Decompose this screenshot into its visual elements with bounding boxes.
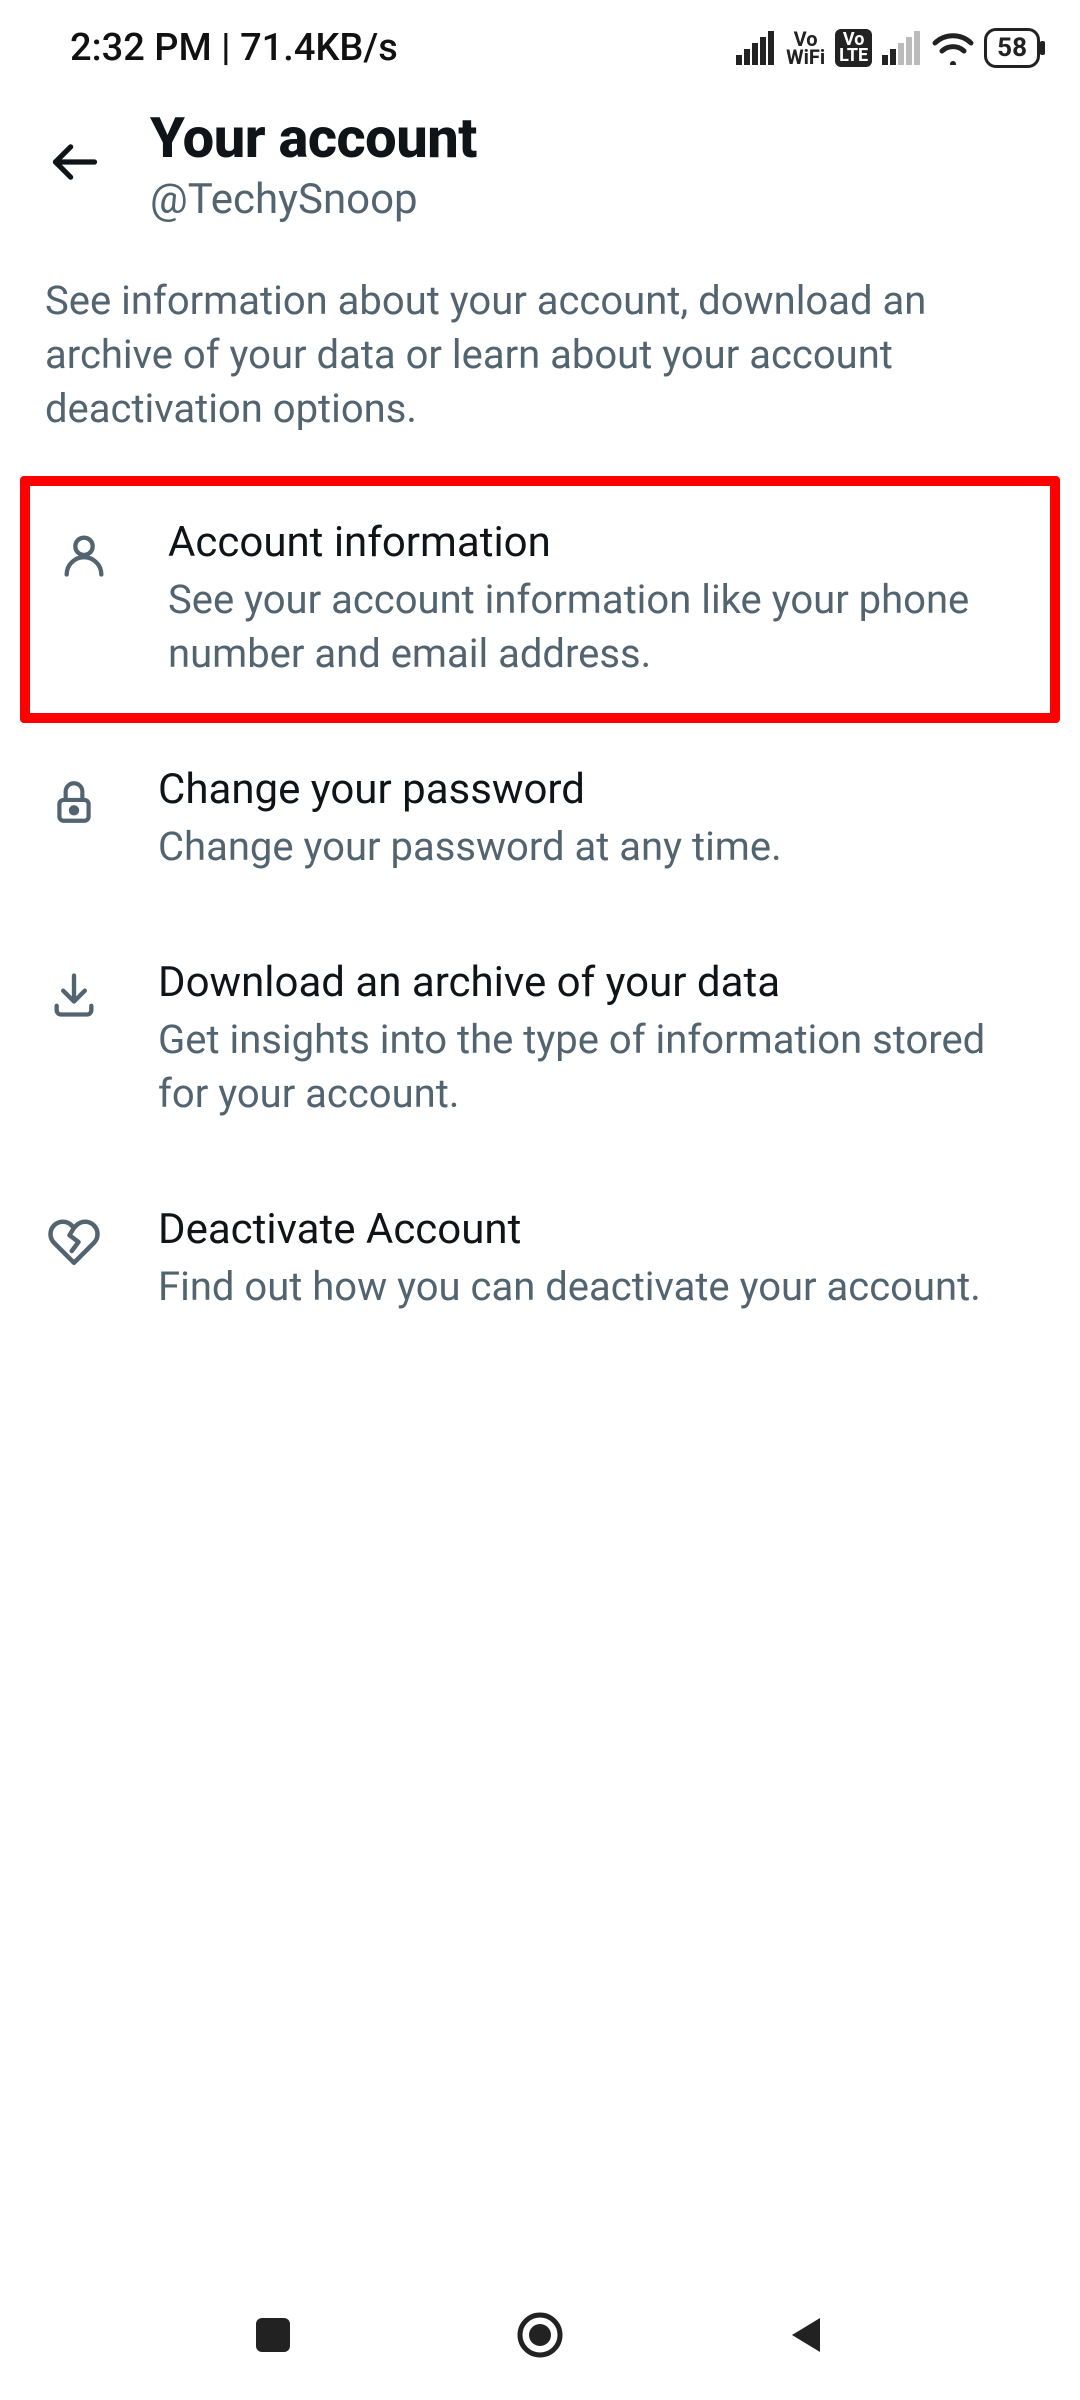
system-nav-bar [0, 2285, 1080, 2385]
page-title: Your account [150, 105, 477, 171]
status-bar: 2:32 PM | 71.4KB/s Vo WiFi Vo LTE [0, 0, 1080, 95]
circle-icon [515, 2310, 565, 2360]
item-download-archive[interactable]: Download an archive of your data Get ins… [0, 916, 1080, 1163]
page-subtitle: @TechySnoop [150, 175, 477, 224]
item-title: Account information [168, 518, 1025, 567]
item-desc: Get insights into the type of informatio… [158, 1013, 1035, 1121]
lock-icon [45, 773, 103, 831]
item-desc: Change your password at any time. [158, 820, 782, 874]
item-title: Download an archive of your data [158, 958, 1035, 1007]
back-button[interactable] [40, 127, 110, 197]
wifi-icon [932, 31, 974, 65]
square-icon [252, 2314, 294, 2356]
item-desc: See your account information like your p… [168, 573, 1025, 681]
settings-list: Account information See your account inf… [0, 476, 1080, 1356]
arrow-left-icon [49, 136, 101, 188]
page-description: See information about your account, down… [0, 244, 1080, 476]
volte-icon: Vo LTE [835, 29, 872, 67]
recents-button[interactable] [243, 2305, 303, 2365]
item-desc: Find out how you can deactivate your acc… [158, 1260, 981, 1314]
back-nav-button[interactable] [777, 2305, 837, 2365]
person-icon [55, 526, 113, 584]
status-indicators: Vo WiFi Vo LTE 58 [736, 28, 1040, 68]
item-title: Change your password [158, 765, 782, 814]
vowifi-icon: Vo WiFi [786, 30, 825, 66]
item-deactivate-account[interactable]: Deactivate Account Find out how you can … [0, 1163, 1080, 1356]
header: Your account @TechySnoop [0, 95, 1080, 244]
triangle-left-icon [786, 2314, 828, 2356]
item-account-information[interactable]: Account information See your account inf… [20, 476, 1060, 723]
broken-heart-icon [45, 1213, 103, 1271]
item-title: Deactivate Account [158, 1205, 981, 1254]
home-button[interactable] [510, 2305, 570, 2365]
header-text: Your account @TechySnoop [150, 105, 477, 224]
signal-partial-icon [882, 31, 922, 65]
item-change-password[interactable]: Change your password Change your passwor… [0, 723, 1080, 916]
signal-full-icon [736, 31, 776, 65]
battery-icon: 58 [984, 28, 1040, 68]
download-icon [45, 966, 103, 1024]
status-time: 2:32 PM | 71.4KB/s [70, 26, 398, 70]
